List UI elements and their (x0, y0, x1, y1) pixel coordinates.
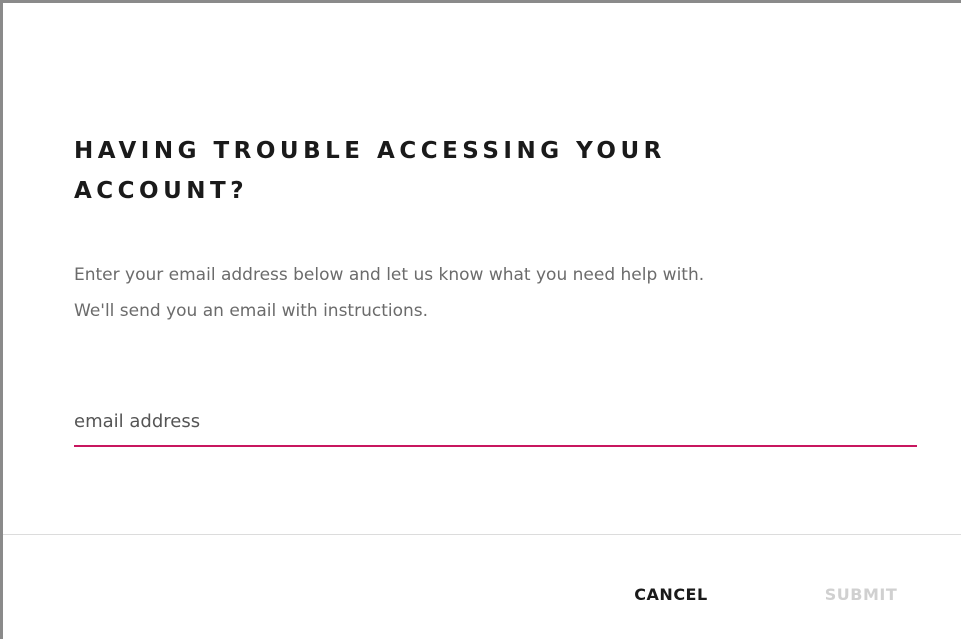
dialog-description: Enter your email address below and let u… (74, 257, 934, 329)
email-field[interactable] (74, 401, 917, 441)
dialog-footer-divider (3, 534, 961, 535)
dialog-title-line-2: ACCOUNT? (74, 178, 249, 204)
cancel-button[interactable]: CANCEL (625, 579, 717, 609)
help-dialog: HAVING TROUBLE ACCESSING YOUR ACCOUNT? E… (0, 0, 961, 639)
dialog-title-line-1: HAVING TROUBLE ACCESSING YOUR (74, 138, 666, 164)
dialog-title: HAVING TROUBLE ACCESSING YOUR ACCOUNT? (74, 131, 774, 211)
dialog-description-line-1: Enter your email address below and let u… (74, 265, 705, 285)
dialog-description-line-2: We'll send you an email with instruction… (74, 301, 429, 321)
submit-button[interactable]: SUBMIT (816, 579, 906, 609)
email-field-container (74, 401, 917, 447)
